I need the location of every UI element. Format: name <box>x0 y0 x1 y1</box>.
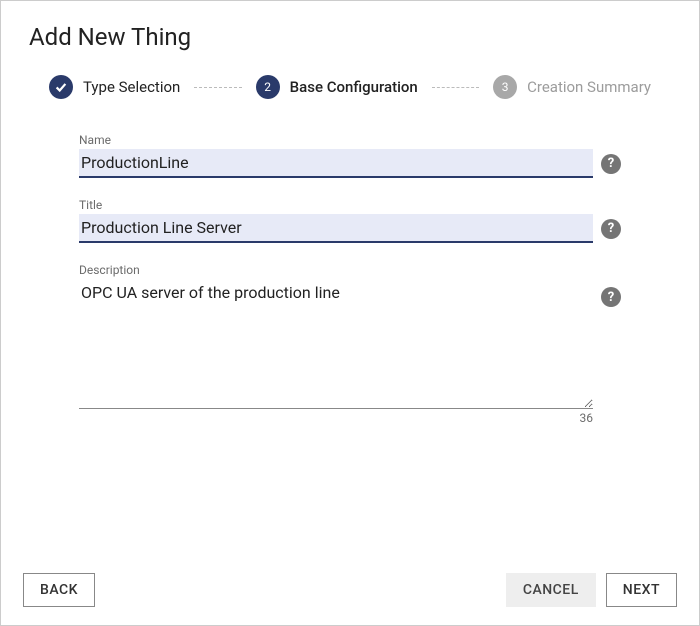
dialog-content: Name ? Title ? Description ? <box>1 123 699 559</box>
step-label: Type Selection <box>83 78 180 96</box>
step-number-icon: 3 <box>493 75 517 99</box>
step-label: Creation Summary <box>527 78 651 96</box>
field-description: Description ? 36 <box>79 263 621 425</box>
checkmark-icon <box>49 75 73 99</box>
dialog-header: Add New Thing Type Selection 2 Base Conf… <box>1 1 699 123</box>
step-label: Base Configuration <box>290 78 418 96</box>
help-icon[interactable]: ? <box>601 154 621 174</box>
help-icon[interactable]: ? <box>601 219 621 239</box>
step-number-icon: 2 <box>256 75 280 99</box>
stepper: Type Selection 2 Base Configuration 3 Cr… <box>29 75 671 99</box>
dialog-footer: BACK CANCEL NEXT <box>1 559 699 625</box>
stepper-connector <box>432 87 479 88</box>
field-title: Title ? <box>79 198 621 243</box>
form-scroll-area[interactable]: Name ? Title ? Description ? <box>29 123 671 559</box>
add-new-thing-dialog: Add New Thing Type Selection 2 Base Conf… <box>0 0 700 626</box>
help-icon[interactable]: ? <box>601 287 621 307</box>
back-button[interactable]: BACK <box>23 573 95 607</box>
cancel-button[interactable]: CANCEL <box>506 573 596 607</box>
stepper-connector <box>194 87 241 88</box>
title-label: Title <box>79 198 621 212</box>
name-input[interactable] <box>79 149 593 178</box>
description-char-count: 36 <box>79 411 621 425</box>
title-input[interactable] <box>79 214 593 243</box>
name-label: Name <box>79 133 621 147</box>
step-base-configuration[interactable]: 2 Base Configuration <box>256 75 418 99</box>
scroll-spacer <box>79 425 621 559</box>
description-label: Description <box>79 263 621 277</box>
field-name: Name ? <box>79 133 621 178</box>
step-creation-summary[interactable]: 3 Creation Summary <box>493 75 651 99</box>
next-button[interactable]: NEXT <box>606 573 677 607</box>
step-type-selection[interactable]: Type Selection <box>49 75 180 99</box>
description-input[interactable] <box>79 279 593 409</box>
dialog-title: Add New Thing <box>29 23 671 51</box>
